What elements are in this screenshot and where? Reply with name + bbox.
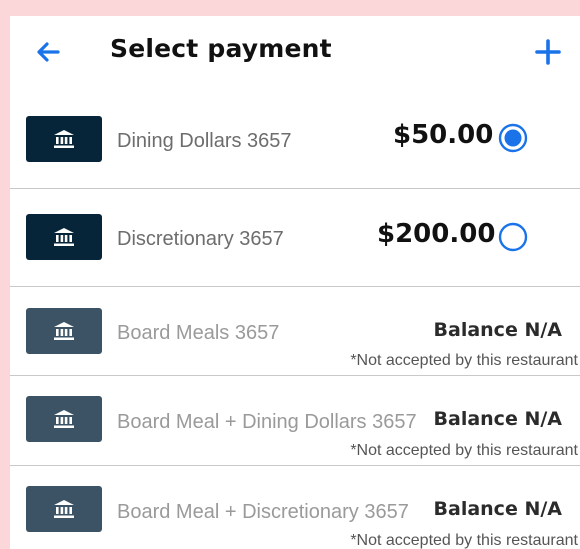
payment-option-board-meal-discretionary: Board Meal + Discretionary 3657 Balance … xyxy=(10,466,580,549)
bank-icon xyxy=(54,322,74,340)
radio-selected[interactable] xyxy=(498,123,528,153)
plus-icon xyxy=(535,39,561,65)
radio-checked-icon xyxy=(498,123,528,153)
payment-amount: $200.00 xyxy=(377,219,496,249)
bank-icon xyxy=(54,500,74,518)
payment-option-board-meals: Board Meals 3657 Balance N/A *Not accept… xyxy=(10,287,580,376)
arrow-left-icon xyxy=(37,42,60,62)
bank-badge xyxy=(26,116,102,162)
add-payment-button[interactable] xyxy=(532,36,564,68)
bank-icon xyxy=(54,228,74,246)
not-accepted-note: *Not accepted by this restaurant xyxy=(350,442,578,459)
payment-option-discretionary[interactable]: Discretionary 3657 $200.00 xyxy=(10,189,580,287)
bank-badge xyxy=(26,486,102,532)
bank-icon xyxy=(54,410,74,428)
payment-name: Board Meal + Discretionary 3657 xyxy=(117,501,409,523)
payment-panel: Select payment Dining Dollars 3657 $50.0… xyxy=(10,16,580,549)
not-accepted-note: *Not accepted by this restaurant xyxy=(350,532,578,549)
bank-badge xyxy=(26,396,102,442)
bank-badge xyxy=(26,214,102,260)
radio-unchecked-icon xyxy=(498,222,528,252)
header: Select payment xyxy=(10,16,580,88)
bank-icon xyxy=(54,130,74,148)
payment-option-board-meal-dining-dollars: Board Meal + Dining Dollars 3657 Balance… xyxy=(10,376,580,466)
not-accepted-note: *Not accepted by this restaurant xyxy=(350,352,578,369)
payment-name: Dining Dollars 3657 xyxy=(117,130,292,152)
back-button[interactable] xyxy=(32,36,64,68)
balance-label: Balance N/A xyxy=(429,408,562,430)
balance-label: Balance N/A xyxy=(429,319,562,341)
payment-name: Board Meal + Dining Dollars 3657 xyxy=(117,411,417,433)
payment-name: Board Meals 3657 xyxy=(117,322,280,344)
payment-amount: $50.00 xyxy=(393,120,494,150)
balance-label: Balance N/A xyxy=(429,498,562,520)
radio-unselected[interactable] xyxy=(498,222,528,252)
bank-badge xyxy=(26,308,102,354)
payment-name: Discretionary 3657 xyxy=(117,228,284,250)
payment-option-dining-dollars[interactable]: Dining Dollars 3657 $50.00 xyxy=(10,88,580,189)
page-title: Select payment xyxy=(110,34,332,63)
